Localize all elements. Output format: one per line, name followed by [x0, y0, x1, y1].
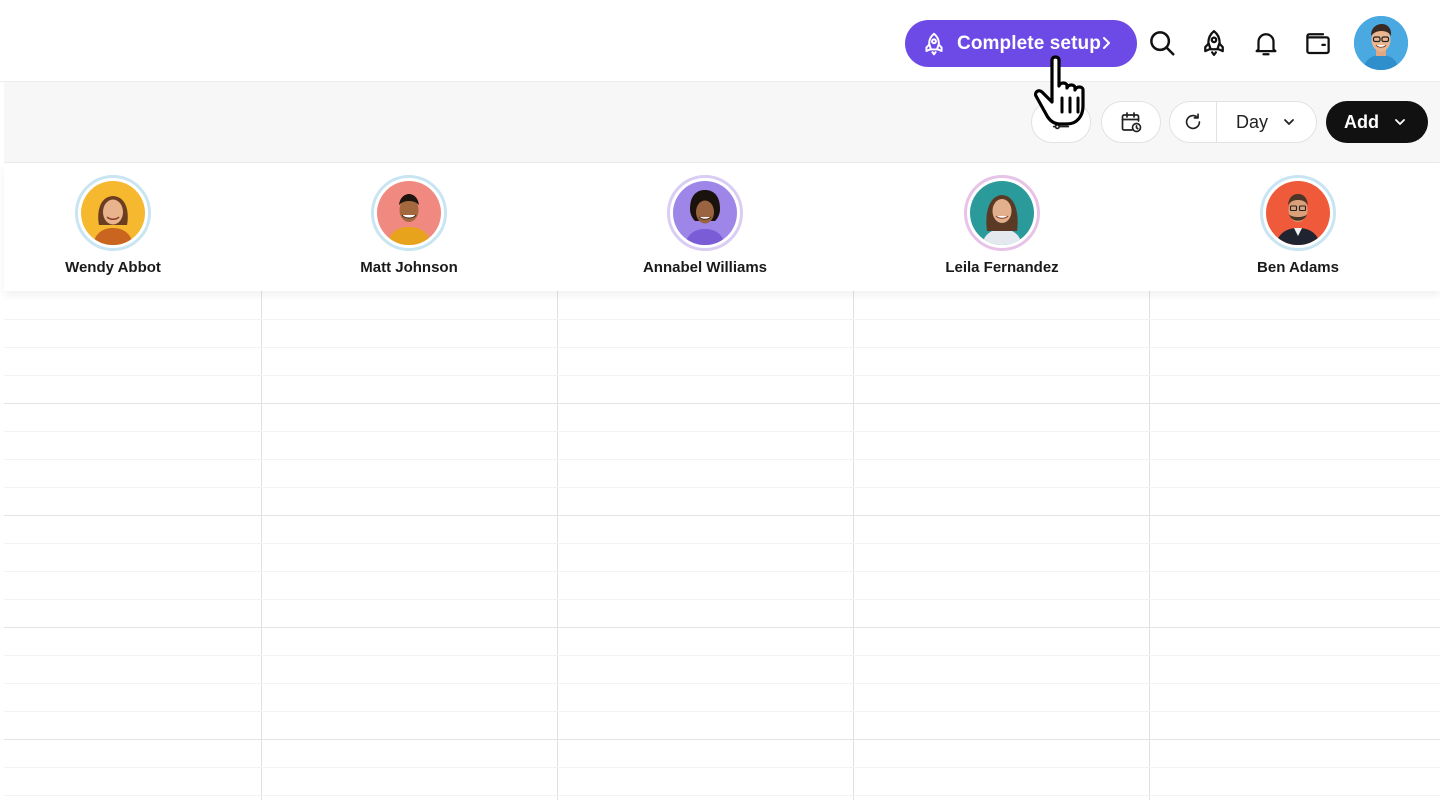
- filter-icon: [1050, 111, 1072, 133]
- rocket-icon[interactable]: [1197, 26, 1231, 60]
- quarter-hour-line: [4, 431, 1440, 432]
- avatar-ring: [964, 175, 1040, 251]
- staff-name: Matt Johnson: [360, 259, 458, 276]
- avatar: [1266, 181, 1330, 245]
- quarter-hour-line: [4, 459, 1440, 460]
- calendar-clock-icon: [1119, 110, 1143, 134]
- quarter-hour-line: [4, 683, 1440, 684]
- avatar: [673, 181, 737, 245]
- quarter-hour-line: [4, 347, 1440, 348]
- column-divider: [853, 291, 854, 800]
- refresh-icon: [1185, 113, 1201, 130]
- quarter-hour-line: [4, 375, 1440, 376]
- staff-name: Wendy Abbot: [65, 259, 161, 276]
- hour-line: [4, 515, 1440, 516]
- avatar[interactable]: [1354, 16, 1408, 70]
- quarter-hour-line: [4, 571, 1440, 572]
- complete-setup-label: Complete setup: [957, 32, 1101, 54]
- view-controls: Day: [1169, 101, 1317, 143]
- staff-column-header[interactable]: Ben Adams: [1150, 163, 1440, 291]
- filter-button[interactable]: [1031, 101, 1091, 143]
- chevron-down-icon: [1393, 115, 1407, 129]
- quarter-hour-line: [4, 599, 1440, 600]
- quarter-hour-line: [4, 319, 1440, 320]
- chevron-down-icon: [1282, 115, 1296, 129]
- add-button[interactable]: Add: [1326, 101, 1428, 143]
- avatar: [377, 181, 441, 245]
- quarter-hour-line: [4, 655, 1440, 656]
- staff-column-header[interactable]: Matt Johnson: [261, 163, 557, 291]
- staff-name: Leila Fernandez: [945, 259, 1059, 276]
- wallet-icon[interactable]: [1301, 26, 1335, 60]
- quarter-hour-line: [4, 767, 1440, 768]
- search-icon[interactable]: [1145, 26, 1179, 60]
- avatar-ring: [1260, 175, 1336, 251]
- column-divider: [261, 291, 262, 800]
- rocket-icon: [921, 31, 947, 57]
- avatar: [970, 181, 1034, 245]
- column-divider: [1149, 291, 1150, 800]
- hour-line: [4, 627, 1440, 628]
- avatar: [81, 181, 145, 245]
- quarter-hour-line: [4, 795, 1440, 796]
- view-select-value: Day: [1236, 111, 1269, 132]
- quarter-hour-line: [4, 543, 1440, 544]
- staff-column-header[interactable]: Annabel Williams: [557, 163, 853, 291]
- complete-setup-button[interactable]: Complete setup: [905, 20, 1137, 67]
- hour-line: [4, 403, 1440, 404]
- column-divider: [557, 291, 558, 800]
- chevron-right-icon: [1097, 33, 1115, 53]
- add-button-label: Add: [1344, 111, 1379, 132]
- refresh-button[interactable]: [1170, 102, 1217, 142]
- view-select[interactable]: Day: [1217, 112, 1296, 133]
- staff-column-header[interactable]: Wendy Abbot: [0, 163, 261, 291]
- staff-header: Wendy Abbot Matt Johnson Annabel William…: [4, 163, 1440, 291]
- avatar-ring: [371, 175, 447, 251]
- hour-line: [4, 739, 1440, 740]
- quarter-hour-line: [4, 711, 1440, 712]
- schedule-button[interactable]: [1101, 101, 1161, 143]
- staff-column-header[interactable]: Leila Fernandez: [854, 163, 1150, 291]
- avatar-ring: [667, 175, 743, 251]
- calendar-grid[interactable]: [4, 291, 1440, 800]
- bell-icon[interactable]: [1249, 26, 1283, 60]
- staff-name: Ben Adams: [1257, 259, 1339, 276]
- staff-name: Annabel Williams: [642, 259, 768, 276]
- avatar-ring: [75, 175, 151, 251]
- quarter-hour-line: [4, 487, 1440, 488]
